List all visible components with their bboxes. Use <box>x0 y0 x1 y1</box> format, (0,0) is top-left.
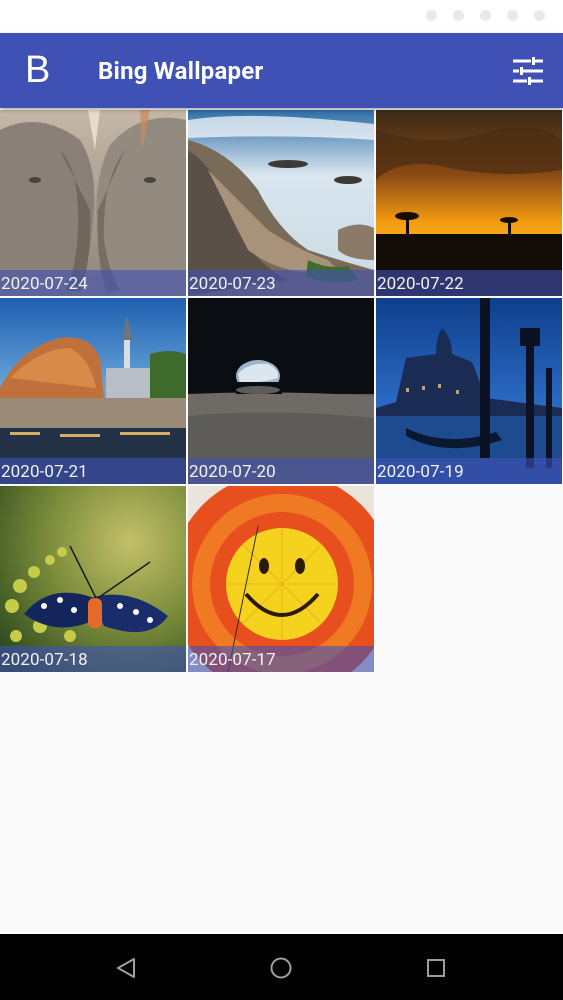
home-button[interactable] <box>265 952 297 984</box>
wallpaper-date: 2020-07-22 <box>376 270 562 296</box>
status-icon <box>507 10 518 21</box>
status-icon <box>534 10 545 21</box>
status-bar <box>0 0 563 33</box>
home-circle-icon <box>270 957 292 979</box>
wallpaper-thumbnail <box>188 486 374 672</box>
system-nav-bar <box>0 934 563 1000</box>
app-bar: B Bing Wallpaper <box>0 33 563 108</box>
wallpaper-thumbnail <box>0 298 186 484</box>
wallpaper-date: 2020-07-21 <box>0 458 186 484</box>
wallpaper-date: 2020-07-24 <box>0 270 186 296</box>
wallpaper-tile[interactable]: 2020-07-19 <box>376 298 562 484</box>
wallpaper-tile[interactable]: 2020-07-17 <box>188 486 374 672</box>
wallpaper-thumbnail <box>188 298 374 484</box>
wallpaper-tile[interactable]: 2020-07-20 <box>188 298 374 484</box>
wallpaper-thumbnail <box>0 486 186 672</box>
app-logo: B <box>25 49 51 91</box>
wallpaper-date: 2020-07-20 <box>188 458 374 484</box>
recents-square-icon <box>427 959 445 977</box>
wallpaper-tile[interactable]: 2020-07-21 <box>0 298 186 484</box>
status-icon <box>480 10 491 21</box>
status-icons <box>426 10 545 21</box>
wallpaper-thumbnail <box>188 110 374 296</box>
wallpaper-date: 2020-07-17 <box>188 646 374 672</box>
wallpaper-thumbnail <box>376 110 562 296</box>
back-triangle-icon <box>117 958 135 978</box>
settings-sliders-icon <box>513 57 543 85</box>
wallpaper-tile[interactable]: 2020-07-23 <box>188 110 374 296</box>
wallpaper-thumbnail <box>376 298 562 484</box>
status-icon <box>426 10 437 21</box>
back-button[interactable] <box>110 952 142 984</box>
app-title: Bing Wallpaper <box>98 57 264 85</box>
status-icon <box>453 10 464 21</box>
wallpaper-tile[interactable]: 2020-07-18 <box>0 486 186 672</box>
wallpaper-date: 2020-07-23 <box>188 270 374 296</box>
wallpaper-thumbnail <box>0 110 186 296</box>
recents-button[interactable] <box>420 952 452 984</box>
wallpaper-date: 2020-07-19 <box>376 458 562 484</box>
wallpaper-date: 2020-07-18 <box>0 646 186 672</box>
tune-icon[interactable] <box>508 51 548 91</box>
wallpaper-tile[interactable]: 2020-07-22 <box>376 110 562 296</box>
wallpaper-tile[interactable]: 2020-07-24 <box>0 110 186 296</box>
